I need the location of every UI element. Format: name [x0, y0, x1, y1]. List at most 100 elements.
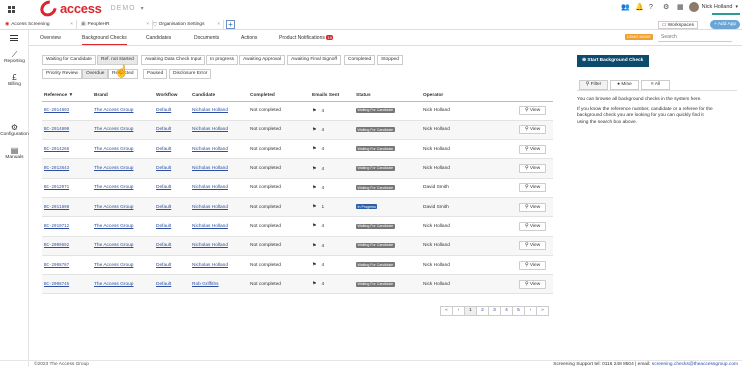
view-button[interactable]: ⚲ View	[519, 279, 547, 289]
access-logo[interactable]: access DEMO ▾	[37, 0, 144, 20]
table-row[interactable]: BC-2013643 The Access Group Default Nichola…	[42, 158, 553, 179]
col-status[interactable]: Status	[354, 91, 421, 102]
candidate-link[interactable]: Nicholas Holland	[192, 185, 228, 190]
workflow-link[interactable]: Default	[156, 205, 171, 210]
view-button[interactable]: ⚲ View	[519, 164, 547, 174]
page-button[interactable]: »	[536, 306, 549, 316]
brand-link[interactable]: The Access Group	[94, 147, 133, 152]
table-row[interactable]: BC-2008745 The Access Group Default Rob Gri…	[42, 274, 553, 295]
tab-all[interactable]: ≡ All	[641, 80, 670, 90]
brand-link[interactable]: The Access Group	[94, 127, 133, 132]
table-row[interactable]: BC-2014803 The Access Group Default Nichola…	[42, 101, 553, 121]
start-background-check-button[interactable]: ⊕ Start Background Check	[577, 55, 649, 67]
col-brand[interactable]: Brand	[92, 91, 154, 102]
view-button[interactable]: ⚲ View	[519, 221, 547, 231]
filter-priority-review[interactable]: Priority Review	[42, 69, 82, 79]
table-row[interactable]: BC-2011898 The Access Group Default Nichola…	[42, 197, 553, 218]
reference-link[interactable]: BC-2010712	[44, 225, 69, 229]
view-button[interactable]: ⚲ View	[519, 183, 547, 193]
tab-candidates[interactable]: Candidates	[146, 35, 171, 41]
user-menu[interactable]: Nick Holland ▾	[688, 2, 738, 12]
filter-awaiting-final-signoff[interactable]: Awaiting Final Signoff	[287, 55, 341, 65]
col-emails-sent[interactable]: Emails Sent	[310, 91, 354, 102]
close-icon[interactable]: ×	[217, 22, 220, 27]
workflow-link[interactable]: Default	[156, 185, 171, 190]
col-completed[interactable]: Completed	[248, 91, 310, 102]
help-icon[interactable]: ?	[649, 4, 656, 11]
col-workflow[interactable]: Workflow	[154, 91, 190, 102]
filter-awaiting-approval[interactable]: Awaiting Approval	[239, 55, 286, 65]
workflow-link[interactable]: Default	[156, 224, 171, 229]
tab-product-notifications[interactable]: Product Notifications 19	[279, 35, 334, 41]
brand-link[interactable]: The Access Group	[94, 205, 133, 210]
reference-link[interactable]: BC-2009692	[44, 244, 69, 248]
gear-icon[interactable]: ⚙	[663, 4, 670, 11]
bell-icon[interactable]: 🔔	[635, 4, 644, 11]
col-operator[interactable]: Operator	[421, 91, 517, 102]
sidebar-item-manuals[interactable]: ▤ Manuals	[0, 146, 29, 160]
candidate-link[interactable]: Nicholas Holland	[192, 224, 228, 229]
view-button[interactable]: ⚲ View	[519, 241, 547, 251]
sidebar-item-configuration[interactable]: ⚙ Configuration	[0, 123, 29, 137]
table-row[interactable]: BC-2014800 The Access Group Default Nichola…	[42, 120, 553, 141]
workflow-link[interactable]: Default	[156, 243, 171, 248]
app-tab-peoplehr[interactable]: ▣ PeopleHR ×	[78, 20, 153, 29]
sidebar-item-reporting[interactable]: ⟋ Reporting	[0, 50, 29, 64]
workflow-link[interactable]: Default	[156, 147, 171, 152]
filter-disclosure-error[interactable]: Disclosure Error	[169, 69, 212, 79]
filter-completed[interactable]: Completed	[344, 55, 376, 65]
table-row[interactable]: BC-2010712 The Access Group Default Nichola…	[42, 216, 553, 237]
candidate-link[interactable]: Nicholas Holland	[192, 127, 228, 132]
tab-background-checks[interactable]: Background Checks	[82, 35, 127, 45]
brand-link[interactable]: The Access Group	[94, 243, 133, 248]
reference-link[interactable]: BC-2008787	[44, 264, 69, 268]
reference-link[interactable]: BC-2014266	[44, 148, 69, 152]
grid-icon[interactable]: ▦	[677, 4, 684, 11]
candidate-link[interactable]: Nicholas Holland	[192, 166, 228, 171]
candidate-link[interactable]: Nicholas Holland	[192, 243, 228, 248]
brand-link[interactable]: The Access Group	[94, 166, 133, 171]
filter-stopped[interactable]: Stopped	[377, 55, 403, 65]
candidate-link[interactable]: Rob Griffiths	[192, 282, 219, 287]
tab-overview[interactable]: Overview	[40, 35, 61, 41]
brand-link[interactable]: The Access Group	[94, 108, 133, 113]
search-input[interactable]	[658, 33, 732, 42]
tab-filter[interactable]: ⚲ Filter	[579, 80, 608, 90]
workflow-link[interactable]: Default	[156, 282, 171, 287]
workflow-link[interactable]: Default	[156, 108, 171, 113]
reference-link[interactable]: BC-2008745	[44, 283, 69, 287]
close-icon[interactable]: ×	[70, 22, 73, 27]
candidate-link[interactable]: Nicholas Holland	[192, 263, 228, 268]
table-row[interactable]: BC-2008787 The Access Group Default Nichola…	[42, 255, 553, 276]
col-reference[interactable]: Reference ▼	[42, 91, 92, 102]
filter-paused[interactable]: Paused	[143, 69, 168, 79]
chevron-down-icon[interactable]: ▾	[141, 5, 144, 12]
filter-in-progress[interactable]: In progress	[206, 55, 238, 65]
filter-waiting-for-candidate[interactable]: Waiting for Candidate	[42, 55, 96, 65]
menu-icon[interactable]	[10, 35, 18, 43]
view-button[interactable]: ⚲ View	[519, 260, 547, 270]
candidate-link[interactable]: Nicholas Holland	[192, 108, 228, 113]
workflow-link[interactable]: Default	[156, 263, 171, 268]
reference-link[interactable]: BC-2012071	[44, 186, 69, 190]
reference-link[interactable]: BC-2014803	[44, 109, 69, 113]
table-row[interactable]: BC-2009692 The Access Group Default Nichola…	[42, 236, 553, 256]
add-tab-button[interactable]: +	[226, 20, 235, 29]
brand-link[interactable]: The Access Group	[94, 263, 133, 268]
brand-link[interactable]: The Access Group	[94, 185, 133, 190]
table-row[interactable]: BC-2012071 The Access Group Default Nichola…	[42, 178, 553, 198]
filter-overdue[interactable]: Overdue	[82, 69, 109, 79]
close-icon[interactable]: ×	[146, 22, 149, 27]
view-button[interactable]: ⚲ View	[519, 202, 547, 212]
add-app-button[interactable]: + Add App	[709, 20, 740, 29]
app-grid-icon[interactable]	[8, 6, 15, 13]
brand-link[interactable]: The Access Group	[94, 224, 133, 229]
workspaces-button[interactable]: ▭ Workspaces	[657, 21, 698, 29]
table-row[interactable]: BC-2014266 The Access Group Default Nichola…	[42, 139, 553, 160]
app-tab-organisation-settings[interactable]: ⛉ Organisation Settings ×	[150, 20, 224, 29]
people-icon[interactable]: 👥	[621, 4, 630, 11]
workflow-link[interactable]: Default	[156, 166, 171, 171]
view-button[interactable]: ⚲ View	[519, 144, 547, 154]
candidate-link[interactable]: Nicholas Holland	[192, 205, 228, 210]
app-tab-access-screening[interactable]: ◉ Access Screening ×	[2, 20, 77, 29]
